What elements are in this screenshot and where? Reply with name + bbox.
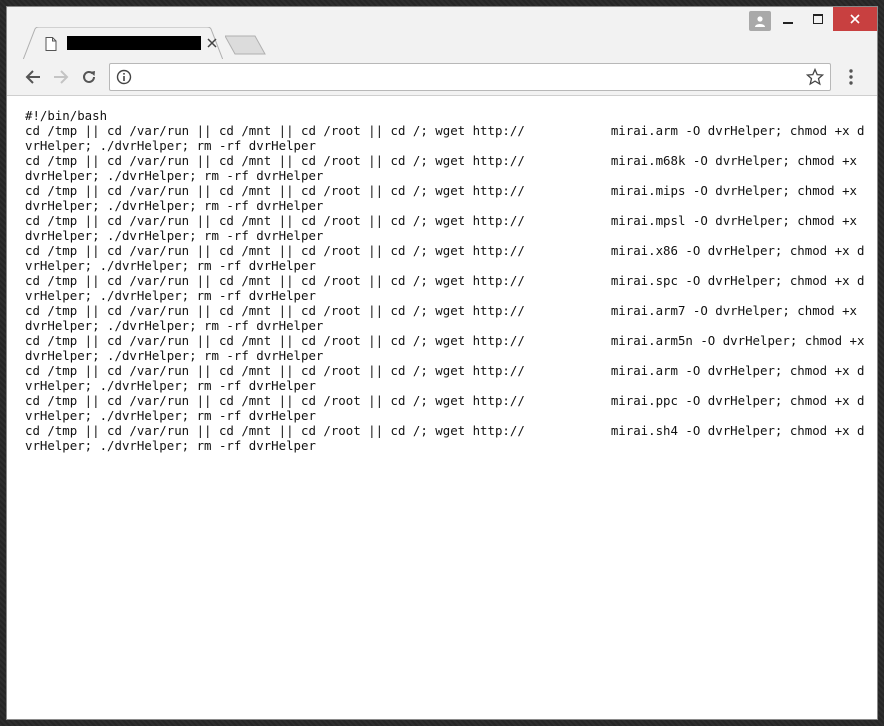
- page-icon: [45, 37, 57, 51]
- close-icon: [850, 14, 860, 24]
- back-button[interactable]: [23, 67, 43, 87]
- address-bar[interactable]: [109, 63, 831, 91]
- maximize-icon: [813, 14, 823, 24]
- back-arrow-icon: [25, 70, 40, 84]
- script-line: cd /tmp || cd /var/run || cd /mnt || cd …: [25, 213, 865, 243]
- profile-icon: [755, 16, 765, 27]
- minimize-button[interactable]: [773, 7, 803, 31]
- window-controls: [773, 7, 877, 31]
- script-line: cd /tmp || cd /var/run || cd /mnt || cd …: [25, 423, 865, 453]
- active-tab[interactable]: [23, 27, 223, 60]
- toolbar: [7, 59, 877, 96]
- script-line: cd /tmp || cd /var/run || cd /mnt || cd …: [25, 123, 865, 153]
- script-line: cd /tmp || cd /var/run || cd /mnt || cd …: [25, 393, 865, 423]
- script-line: cd /tmp || cd /var/run || cd /mnt || cd …: [25, 273, 865, 303]
- tab-close-icon[interactable]: [206, 37, 218, 49]
- script-line: cd /tmp || cd /var/run || cd /mnt || cd …: [25, 363, 865, 393]
- title-bar: [7, 7, 877, 60]
- script-line: cd /tmp || cd /var/run || cd /mnt || cd …: [25, 243, 865, 273]
- reload-button[interactable]: [79, 67, 99, 87]
- shebang-line: #!/bin/bash: [25, 108, 108, 123]
- minimize-icon: [783, 22, 793, 24]
- script-line: cd /tmp || cd /var/run || cd /mnt || cd …: [25, 153, 865, 183]
- maximize-button[interactable]: [803, 7, 833, 31]
- script-line: cd /tmp || cd /var/run || cd /mnt || cd …: [25, 303, 865, 333]
- bookmark-star-icon[interactable]: [806, 68, 824, 86]
- menu-dots-icon[interactable]: [841, 67, 861, 87]
- script-text: #!/bin/bash cd /tmp || cd /var/run || cd …: [25, 108, 865, 453]
- page-content: #!/bin/bash cd /tmp || cd /var/run || cd …: [7, 96, 877, 719]
- info-icon[interactable]: [116, 69, 132, 85]
- close-button[interactable]: [833, 7, 877, 31]
- forward-button[interactable]: [51, 67, 71, 87]
- script-line: cd /tmp || cd /var/run || cd /mnt || cd …: [25, 183, 865, 213]
- browser-window: #!/bin/bash cd /tmp || cd /var/run || cd …: [6, 6, 878, 720]
- profile-button[interactable]: [749, 11, 771, 31]
- tab-title-redacted: [67, 36, 201, 50]
- forward-arrow-icon: [54, 70, 69, 84]
- script-line: cd /tmp || cd /var/run || cd /mnt || cd …: [25, 333, 872, 363]
- new-tab-button[interactable]: [225, 35, 267, 55]
- reload-icon: [83, 70, 95, 83]
